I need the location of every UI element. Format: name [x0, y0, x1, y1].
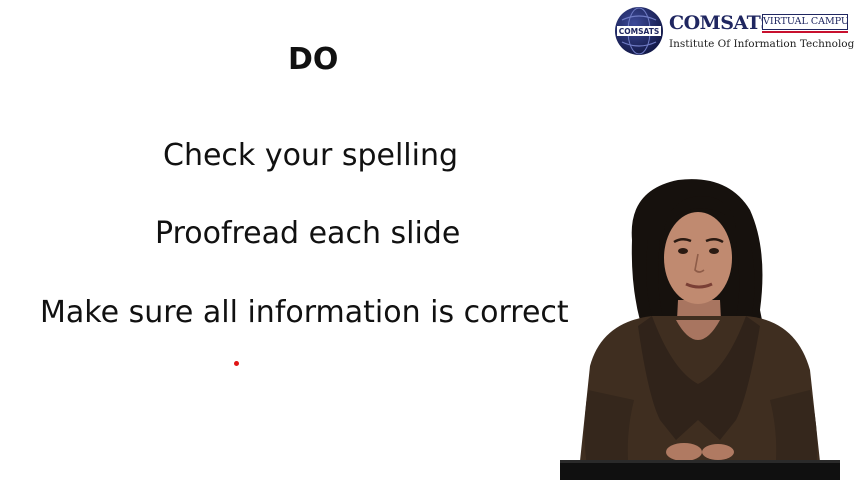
logo-subtitle: Institute Of Information Technology: [669, 38, 854, 50]
presenter-image: [560, 179, 840, 480]
laser-pointer-dot: [234, 361, 239, 366]
logo-badge: VIRTUAL CAMPUS: [762, 14, 848, 30]
logo-name: COMSATS: [669, 12, 774, 34]
comsats-logo: COMSATS COMSATS VIRTUAL CAMPUS Institute…: [612, 4, 854, 58]
slide-heading: DO: [288, 42, 339, 77]
slide-point-spelling: Check your spelling: [163, 138, 459, 173]
slide-point-proofread: Proofread each slide: [155, 216, 461, 251]
globe-label: COMSATS: [619, 27, 660, 36]
comsats-globe-icon: COMSATS: [615, 7, 663, 55]
logo-divider: [762, 31, 848, 33]
slide-point-information: Make sure all information is correct: [40, 295, 569, 330]
